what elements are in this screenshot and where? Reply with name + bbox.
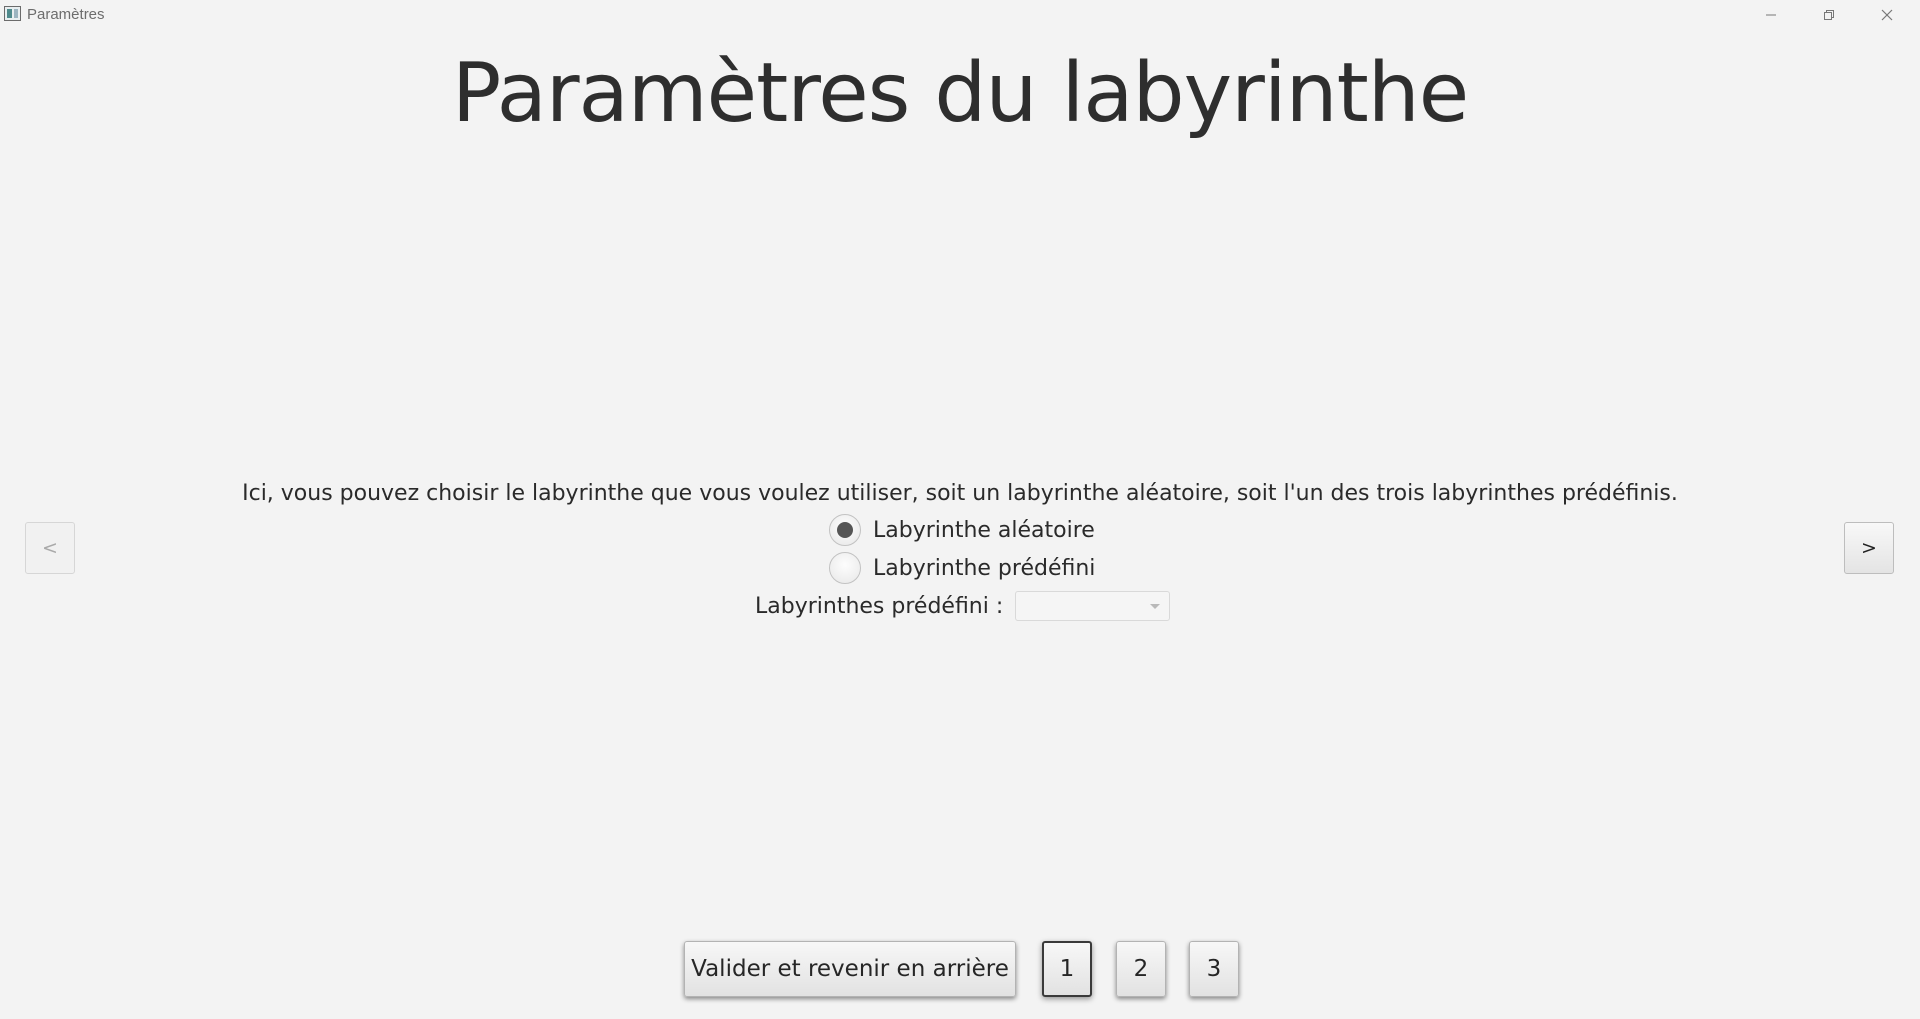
restore-icon bbox=[1824, 10, 1834, 20]
close-icon bbox=[1881, 9, 1893, 21]
predefined-maze-selector: Labyrinthes prédéfini : bbox=[755, 589, 1171, 623]
radio-predefined-label: Labyrinthe prédéfini bbox=[873, 555, 1096, 581]
minimize-icon bbox=[1766, 14, 1776, 16]
predefined-maze-dropdown[interactable] bbox=[1015, 591, 1171, 621]
page-3-button[interactable]: 3 bbox=[1189, 941, 1239, 997]
radio-button-checked-icon[interactable] bbox=[829, 514, 861, 546]
validate-and-back-button[interactable]: Valider et revenir en arrière bbox=[684, 941, 1016, 997]
window-title: Paramètres bbox=[27, 6, 105, 23]
close-button[interactable] bbox=[1858, 0, 1916, 30]
chevron-down-icon bbox=[1150, 604, 1161, 609]
page-title: Paramètres du labyrinthe bbox=[451, 46, 1469, 141]
radio-random-maze[interactable]: Labyrinthe aléatoire bbox=[829, 513, 1095, 547]
radio-button-unchecked-icon[interactable] bbox=[829, 552, 861, 584]
combo-label: Labyrinthes prédéfini : bbox=[755, 593, 1004, 619]
next-button[interactable]: > bbox=[1844, 522, 1894, 574]
radio-predefined-maze[interactable]: Labyrinthe prédéfini bbox=[829, 551, 1095, 585]
description-text: Ici, vous pouvez choisir le labyrinthe q… bbox=[242, 481, 1678, 506]
previous-button[interactable]: < bbox=[25, 522, 75, 574]
title-bar: Paramètres bbox=[0, 0, 1920, 30]
page-1-button[interactable]: 1 bbox=[1042, 941, 1092, 997]
settings-window: Paramètres Paramètres du labyrinthe < > … bbox=[0, 0, 1920, 1019]
page-2-button[interactable]: 2 bbox=[1116, 941, 1166, 997]
app-icon bbox=[4, 6, 21, 21]
restore-button[interactable] bbox=[1800, 0, 1858, 30]
radio-random-label: Labyrinthe aléatoire bbox=[873, 517, 1095, 543]
minimize-button[interactable] bbox=[1742, 0, 1800, 30]
